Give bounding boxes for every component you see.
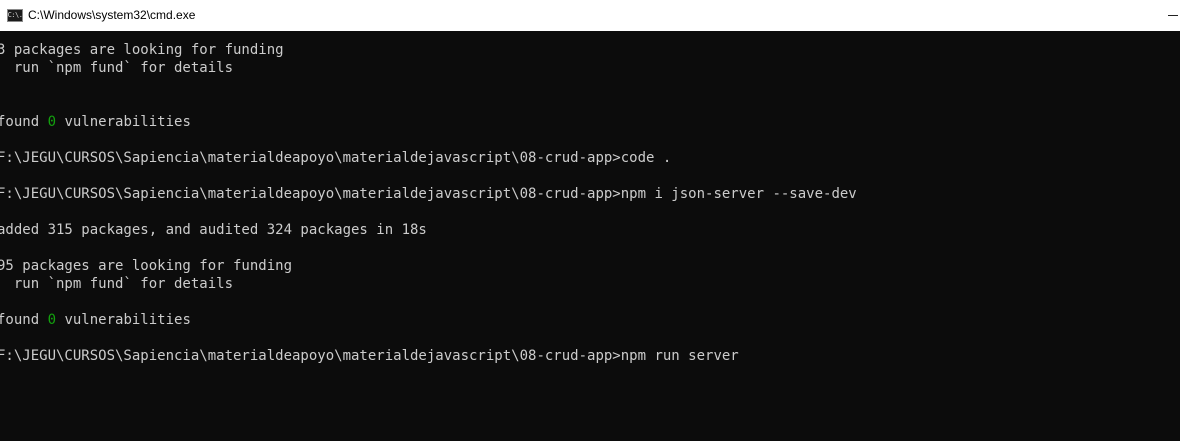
vuln-prefix: found bbox=[0, 312, 48, 328]
vulnerabilities-line: found 0 vulnerabilities bbox=[0, 311, 191, 329]
console-line: F:\JEGU\CURSOS\Sapiencia\materialdeapoyo… bbox=[0, 186, 857, 202]
title-bar[interactable]: C:\. C:\Windows\system32\cmd.exe bbox=[0, 0, 1180, 31]
vulnerabilities-line: found 0 vulnerabilities bbox=[0, 113, 191, 131]
cmd-icon-glyph: C:\. bbox=[7, 11, 23, 19]
minimize-button[interactable] bbox=[1166, 0, 1180, 31]
console-output[interactable]: 3 packages are looking for funding run `… bbox=[0, 41, 1180, 441]
vuln-count: 0 bbox=[47, 312, 57, 328]
vuln-count: 0 bbox=[47, 114, 57, 130]
console-line: run `npm fund` for details bbox=[0, 60, 234, 76]
console-line: F:\JEGU\CURSOS\Sapiencia\materialdeapoyo… bbox=[0, 150, 672, 166]
vuln-suffix: vulnerabilities bbox=[56, 312, 191, 328]
console-line: added 315 packages, and audited 324 pack… bbox=[0, 222, 427, 238]
window-title: C:\Windows\system32\cmd.exe bbox=[28, 8, 196, 22]
console-line: 95 packages are looking for funding bbox=[0, 258, 293, 274]
cmd-icon[interactable]: C:\. bbox=[7, 9, 23, 22]
console-line: 3 packages are looking for funding bbox=[0, 42, 284, 58]
vuln-prefix: found bbox=[0, 114, 48, 130]
console-line: run `npm fund` for details bbox=[0, 276, 234, 292]
cmd-window: C:\. C:\Windows\system32\cmd.exe 3 packa… bbox=[0, 0, 1180, 441]
console-prompt-line: F:\JEGU\CURSOS\Sapiencia\materialdeapoyo… bbox=[0, 348, 739, 364]
vuln-suffix: vulnerabilities bbox=[56, 114, 191, 130]
